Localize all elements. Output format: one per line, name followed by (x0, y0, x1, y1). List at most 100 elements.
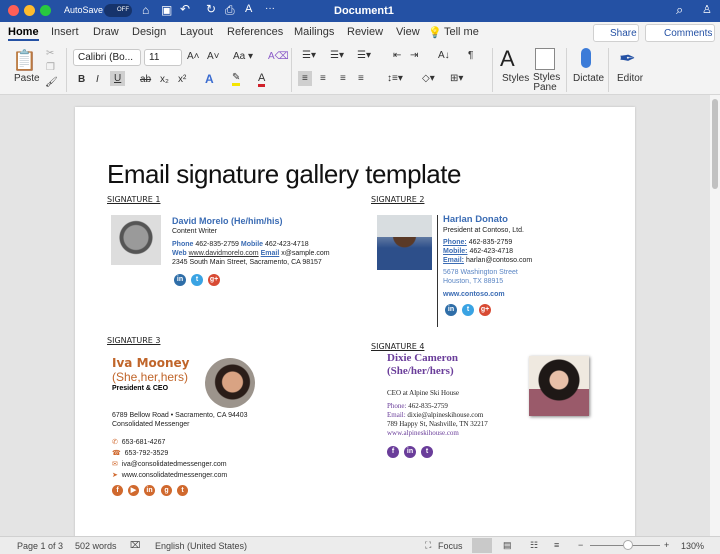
increase-indent-icon[interactable]: ⇥ (410, 50, 418, 61)
word-count[interactable]: 502 words (75, 541, 117, 551)
vertical-scrollbar[interactable] (710, 95, 720, 536)
multilevel-list-icon[interactable]: ☰▾ (357, 50, 371, 61)
sig2-email[interactable]: harlan@contoso.com (466, 257, 532, 264)
shading-icon[interactable]: ◇▾ (422, 73, 435, 84)
paste-icon[interactable]: 📋 (12, 48, 37, 73)
tell-me-search[interactable]: Tell me (444, 26, 479, 38)
save-icon[interactable]: ▣ (161, 3, 172, 17)
tab-review[interactable]: Review (347, 26, 383, 38)
account-icon[interactable]: ♙ (702, 3, 712, 16)
comments-button[interactable]: Comments (645, 24, 715, 42)
twitter-icon[interactable]: t (177, 485, 188, 496)
proofing-icon[interactable]: ⌧ (130, 540, 140, 551)
borders-icon[interactable]: ⊞▾ (450, 73, 463, 84)
zoom-window-button[interactable] (40, 5, 51, 16)
focus-button[interactable]: Focus (438, 541, 463, 551)
change-case-icon[interactable]: Aa ▾ (233, 51, 253, 62)
search-icon[interactable]: ⌕ (676, 2, 683, 18)
autosave-toggle[interactable]: OFF (104, 4, 132, 17)
home-icon[interactable]: ⌂ (142, 3, 149, 17)
bold-button[interactable]: B (78, 74, 85, 85)
more-icon[interactable]: ··· (265, 3, 275, 14)
dictate-button[interactable]: Dictate (573, 73, 604, 84)
font-color-icon[interactable]: A (258, 72, 266, 87)
sig1-email[interactable]: x@sample.com (281, 250, 329, 257)
twitter-icon[interactable]: t (421, 446, 433, 458)
sig4-website[interactable]: www.alpineskihouse.com (387, 429, 488, 438)
copy-icon[interactable]: ❐ (46, 62, 55, 73)
read-aloud-icon[interactable]: A (245, 3, 252, 15)
redo-icon[interactable]: ↻ (206, 2, 216, 16)
google-plus-icon[interactable]: g+ (479, 304, 491, 316)
outline-button[interactable]: ☷ (530, 540, 538, 551)
focus-icon[interactable]: ⛶ (425, 540, 431, 551)
tab-mailings[interactable]: Mailings (294, 26, 334, 38)
linkedin-icon[interactable]: in (404, 446, 416, 458)
page-count[interactable]: Page 1 of 3 (17, 541, 63, 551)
sort-icon[interactable]: A↓ (438, 50, 450, 61)
shrink-font-icon[interactable]: A˅ (207, 51, 220, 62)
document-page[interactable]: Email signature gallery template SIGNATU… (75, 107, 635, 547)
draft-button[interactable]: ≡ (554, 540, 559, 550)
google-plus-icon[interactable]: g (161, 485, 172, 496)
superscript-button[interactable]: x² (178, 74, 186, 85)
highlight-icon[interactable]: ✎ (232, 72, 241, 86)
minimize-window-button[interactable] (24, 5, 35, 16)
tab-design[interactable]: Design (132, 26, 166, 38)
align-left-button[interactable]: ≡ (298, 71, 312, 86)
editor-button[interactable]: Editor (617, 73, 643, 84)
microphone-icon[interactable] (581, 48, 591, 68)
scrollbar-thumb[interactable] (712, 99, 718, 189)
tab-home[interactable]: Home (8, 26, 39, 41)
linkedin-icon[interactable]: in (445, 304, 457, 316)
sig3-website[interactable]: www.consolidatedmessenger.com (122, 472, 227, 479)
decrease-indent-icon[interactable]: ⇤ (393, 50, 401, 61)
clear-formatting-icon[interactable]: A⌫ (268, 51, 289, 62)
editor-icon[interactable]: ✒ (619, 46, 636, 71)
sig4-email[interactable]: dixie@alpineskihouse.com (407, 411, 483, 419)
subscript-button[interactable]: x₂ (160, 74, 169, 85)
zoom-level[interactable]: 130% (681, 541, 704, 551)
google-plus-icon[interactable]: g+ (208, 274, 220, 286)
styles-icon[interactable]: A (500, 46, 515, 72)
share-button[interactable]: Share (593, 24, 639, 42)
styles-pane-icon[interactable] (535, 48, 555, 70)
numbering-icon[interactable]: ☰▾ (330, 50, 344, 61)
web-layout-button[interactable]: ▤ (503, 540, 512, 551)
zoom-slider-thumb[interactable] (622, 540, 633, 550)
twitter-icon[interactable]: t (191, 274, 203, 286)
linkedin-icon[interactable]: in (144, 485, 155, 496)
facebook-icon[interactable]: f (387, 446, 399, 458)
facebook-icon[interactable]: f (112, 485, 123, 496)
italic-button[interactable]: I (96, 74, 99, 85)
align-right-button[interactable]: ≡ (340, 73, 346, 84)
align-center-button[interactable]: ≡ (320, 73, 326, 84)
underline-button[interactable]: U (110, 71, 126, 86)
styles-button[interactable]: Styles (502, 73, 529, 84)
format-painter-icon[interactable]: 🖌 (45, 77, 58, 88)
youtube-icon[interactable]: ▶ (128, 485, 139, 496)
print-layout-button[interactable] (472, 538, 492, 553)
sig1-web-link[interactable]: www.davidmorelo.com (189, 250, 259, 257)
twitter-icon[interactable]: t (462, 304, 474, 316)
tab-references[interactable]: References (227, 26, 283, 38)
language[interactable]: English (United States) (155, 541, 247, 551)
zoom-out-button[interactable]: − (578, 540, 583, 550)
tab-layout[interactable]: Layout (180, 26, 213, 38)
grow-font-icon[interactable]: A˄ (187, 51, 200, 62)
styles-pane-button[interactable]: Styles Pane (533, 73, 560, 93)
bullets-icon[interactable]: ☰▾ (302, 50, 316, 61)
linkedin-icon[interactable]: in (174, 274, 186, 286)
sig2-website[interactable]: www.contoso.com (443, 290, 532, 299)
line-spacing-icon[interactable]: ↕≡▾ (387, 73, 403, 84)
show-formatting-icon[interactable]: ¶ (468, 50, 473, 61)
tab-insert[interactable]: Insert (51, 26, 79, 38)
justify-button[interactable]: ≡ (358, 73, 364, 84)
print-icon[interactable]: ⎙ (225, 3, 235, 18)
undo-icon[interactable]: ↶ (180, 2, 190, 16)
close-window-button[interactable] (8, 5, 19, 16)
zoom-in-button[interactable]: + (664, 540, 669, 550)
font-name-select[interactable]: Calibri (Bo... (73, 49, 141, 66)
strikethrough-button[interactable]: ab (140, 74, 151, 85)
font-size-select[interactable]: 11 (144, 49, 182, 66)
